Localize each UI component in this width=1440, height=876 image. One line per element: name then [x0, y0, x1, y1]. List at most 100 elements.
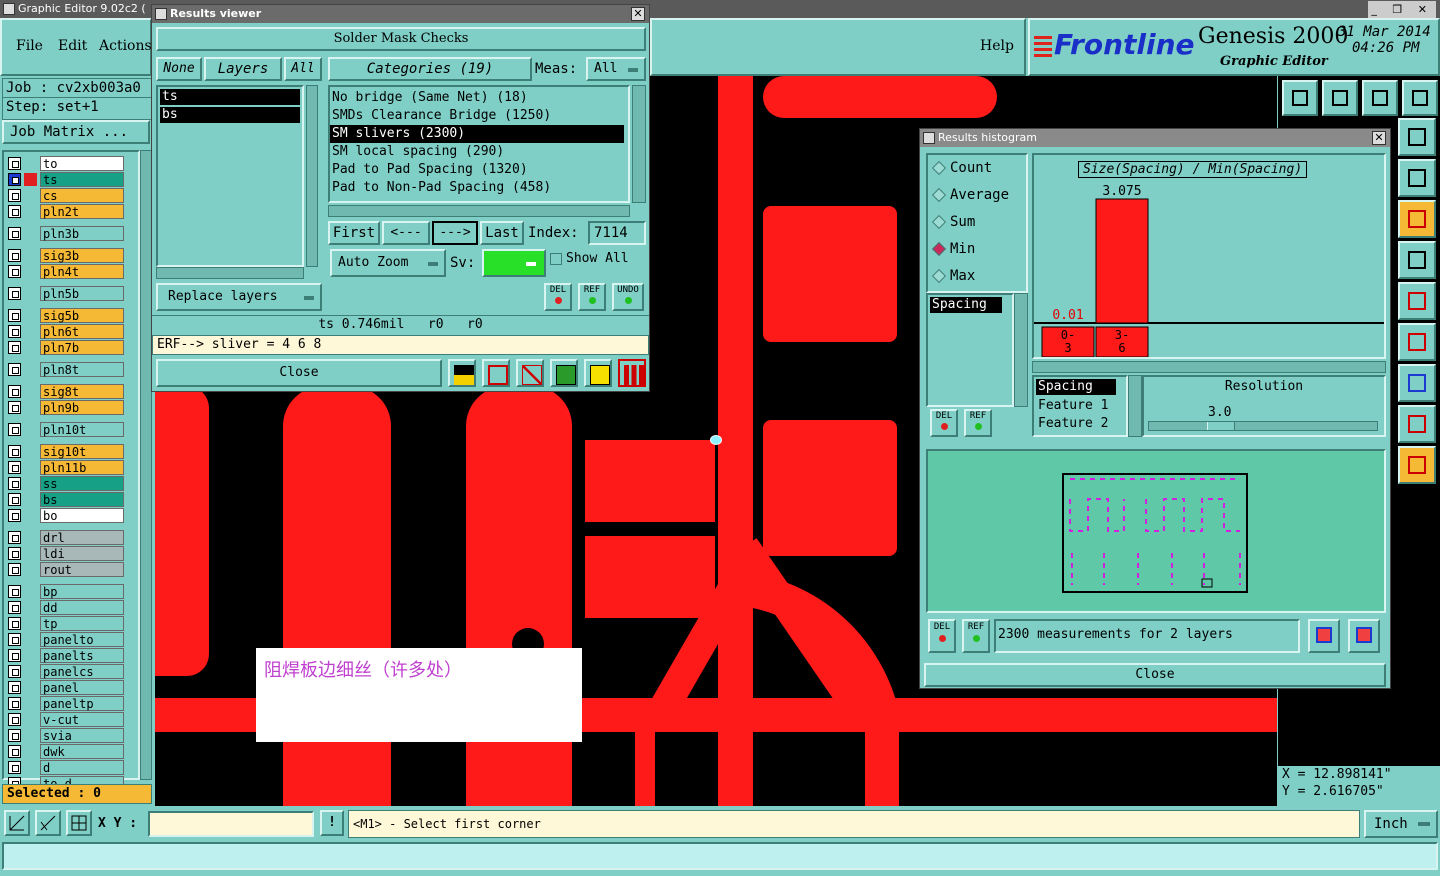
measure-item[interactable]: Spacing — [930, 297, 1002, 313]
close-icon[interactable]: ✕ — [1372, 131, 1386, 145]
layer-row-pln5b[interactable]: pln5b — [6, 286, 124, 301]
shapes-icon[interactable] — [1398, 364, 1436, 402]
layer-row-svia[interactable]: svia — [6, 728, 124, 743]
feature-vscroll[interactable] — [1128, 375, 1142, 437]
layer-checkbox[interactable] — [8, 445, 21, 458]
grid-icon[interactable] — [66, 810, 92, 836]
index-input[interactable]: 7114 — [588, 221, 646, 245]
hist-ref-button-2[interactable]: REF — [962, 619, 990, 653]
layer-row-drl[interactable]: drl — [6, 530, 124, 545]
layer-result-item[interactable]: ts — [160, 89, 300, 105]
layer-row-pln4t[interactable]: pln4t — [6, 264, 124, 279]
layer-result-hscroll[interactable] — [156, 267, 304, 279]
filter-icon[interactable] — [1398, 323, 1436, 361]
select-icon[interactable] — [1398, 446, 1436, 484]
slider-handle[interactable] — [1207, 422, 1235, 430]
replace-layers-button[interactable]: Replace layers — [156, 283, 322, 311]
layer-checkbox[interactable] — [8, 585, 21, 598]
unit-select[interactable]: Inch — [1364, 810, 1438, 838]
hist-del-button-2[interactable]: DEL — [928, 619, 956, 653]
layer-checkbox[interactable] — [8, 493, 21, 506]
layer-row-cs[interactable]: cs — [6, 188, 124, 203]
layer-row-pln8t[interactable]: pln8t — [6, 362, 124, 377]
layer-checkbox[interactable] — [8, 205, 21, 218]
layer-checkbox[interactable] — [8, 745, 21, 758]
window-icon[interactable] — [1402, 80, 1438, 116]
all-button[interactable]: All — [284, 57, 322, 81]
layer-row-pln2t[interactable]: pln2t — [6, 204, 124, 219]
erase-icon[interactable] — [516, 359, 544, 387]
menu-actions[interactable]: Actions — [99, 38, 152, 54]
layer-checkbox[interactable] — [8, 325, 21, 338]
pad-icon[interactable] — [1398, 241, 1436, 279]
layer-row-bp[interactable]: bp — [6, 584, 124, 599]
prev-button[interactable]: <--- — [382, 221, 430, 245]
category-item[interactable]: Pad to Non-Pad Spacing (458) — [330, 179, 628, 197]
layer-checkbox[interactable] — [8, 633, 21, 646]
layer-row-sig3b[interactable]: sig3b — [6, 248, 124, 263]
stat-option-max[interactable]: Max — [928, 263, 1026, 290]
sv-select[interactable] — [482, 249, 546, 277]
layer-checkbox[interactable] — [8, 173, 21, 186]
layer-row-paneltp[interactable]: paneltp — [6, 696, 124, 711]
info-icon[interactable]: ! — [320, 810, 344, 836]
layer-checkbox[interactable] — [8, 227, 21, 240]
layers-button[interactable]: Layers — [204, 57, 282, 81]
exit-icon[interactable] — [482, 359, 510, 387]
save-icon[interactable] — [1322, 80, 1358, 116]
layer-row-panelto[interactable]: panelto — [6, 632, 124, 647]
layer-checkbox[interactable] — [8, 563, 21, 576]
window-controls[interactable]: _ ❐ ✕ — [1368, 1, 1436, 19]
next-button[interactable]: ---> — [432, 221, 478, 245]
layer-row-pln3b[interactable]: pln3b — [6, 226, 124, 241]
xy-input[interactable] — [148, 811, 314, 837]
histogram-close-button[interactable]: Close — [924, 663, 1386, 687]
numbers-icon[interactable] — [550, 359, 578, 387]
measure-icon[interactable] — [35, 810, 61, 836]
layer-row-ts[interactable]: ts — [6, 172, 124, 187]
layer-row-d[interactable]: d — [6, 760, 124, 775]
layer-checkbox[interactable] — [8, 547, 21, 560]
route-icon[interactable] — [1398, 282, 1436, 320]
zoom-box-icon[interactable] — [4, 810, 30, 836]
layer-row-rout[interactable]: rout — [6, 562, 124, 577]
histogram-bar-3-6[interactable] — [1095, 198, 1149, 324]
drc-icon[interactable] — [1398, 405, 1436, 443]
layer-checkbox[interactable] — [8, 189, 21, 202]
layer-row-panel[interactable]: panel — [6, 680, 124, 695]
measure-vscroll[interactable] — [1014, 293, 1028, 407]
layer-checkbox[interactable] — [8, 509, 21, 522]
import-icon[interactable] — [1348, 619, 1380, 653]
feature-item-spacing[interactable]: Spacing — [1036, 379, 1116, 395]
layer-checkbox[interactable] — [8, 601, 21, 614]
layer-checkbox[interactable] — [8, 287, 21, 300]
category-item[interactable]: No bridge (Same Net) (18) — [330, 89, 628, 107]
layer-row-pln11b[interactable]: pln11b — [6, 460, 124, 475]
undo-button[interactable]: UNDO — [612, 283, 644, 311]
none-button[interactable]: None — [156, 57, 202, 81]
histogram-hscroll[interactable] — [1032, 361, 1386, 373]
open-icon[interactable] — [1282, 80, 1318, 116]
layer-row-ldi[interactable]: ldi — [6, 546, 124, 561]
results-viewer-titlebar[interactable]: Results viewer ✕ — [152, 5, 649, 23]
category-item-selected[interactable]: SM slivers (2300) — [330, 125, 624, 143]
sliver-marker[interactable] — [710, 435, 722, 445]
auto-zoom-select[interactable]: Auto Zoom — [330, 249, 446, 277]
layer-row-sig10t[interactable]: sig10t — [6, 444, 124, 459]
layer-checkbox[interactable] — [8, 461, 21, 474]
layer-row-ss[interactable]: ss — [6, 476, 124, 491]
category-hscroll[interactable] — [328, 205, 630, 217]
layer-row-pln6t[interactable]: pln6t — [6, 324, 124, 339]
histogram-titlebar[interactable]: Results histogram ✕ — [920, 129, 1390, 147]
ref-button[interactable]: REF — [578, 283, 606, 311]
layer-checkbox[interactable] — [8, 729, 21, 742]
show-all-checkbox[interactable] — [550, 253, 562, 265]
layer-checkbox[interactable] — [8, 665, 21, 678]
job-matrix-button[interactable]: Job Matrix ... — [2, 120, 150, 144]
layer-row-dd[interactable]: dd — [6, 600, 124, 615]
snap-icon[interactable] — [1398, 200, 1436, 238]
export-icon[interactable] — [1308, 619, 1340, 653]
layer-row-bo[interactable]: bo — [6, 508, 124, 523]
feature-item[interactable]: Feature 2 — [1034, 415, 1126, 433]
meas-select[interactable]: All — [586, 57, 646, 81]
